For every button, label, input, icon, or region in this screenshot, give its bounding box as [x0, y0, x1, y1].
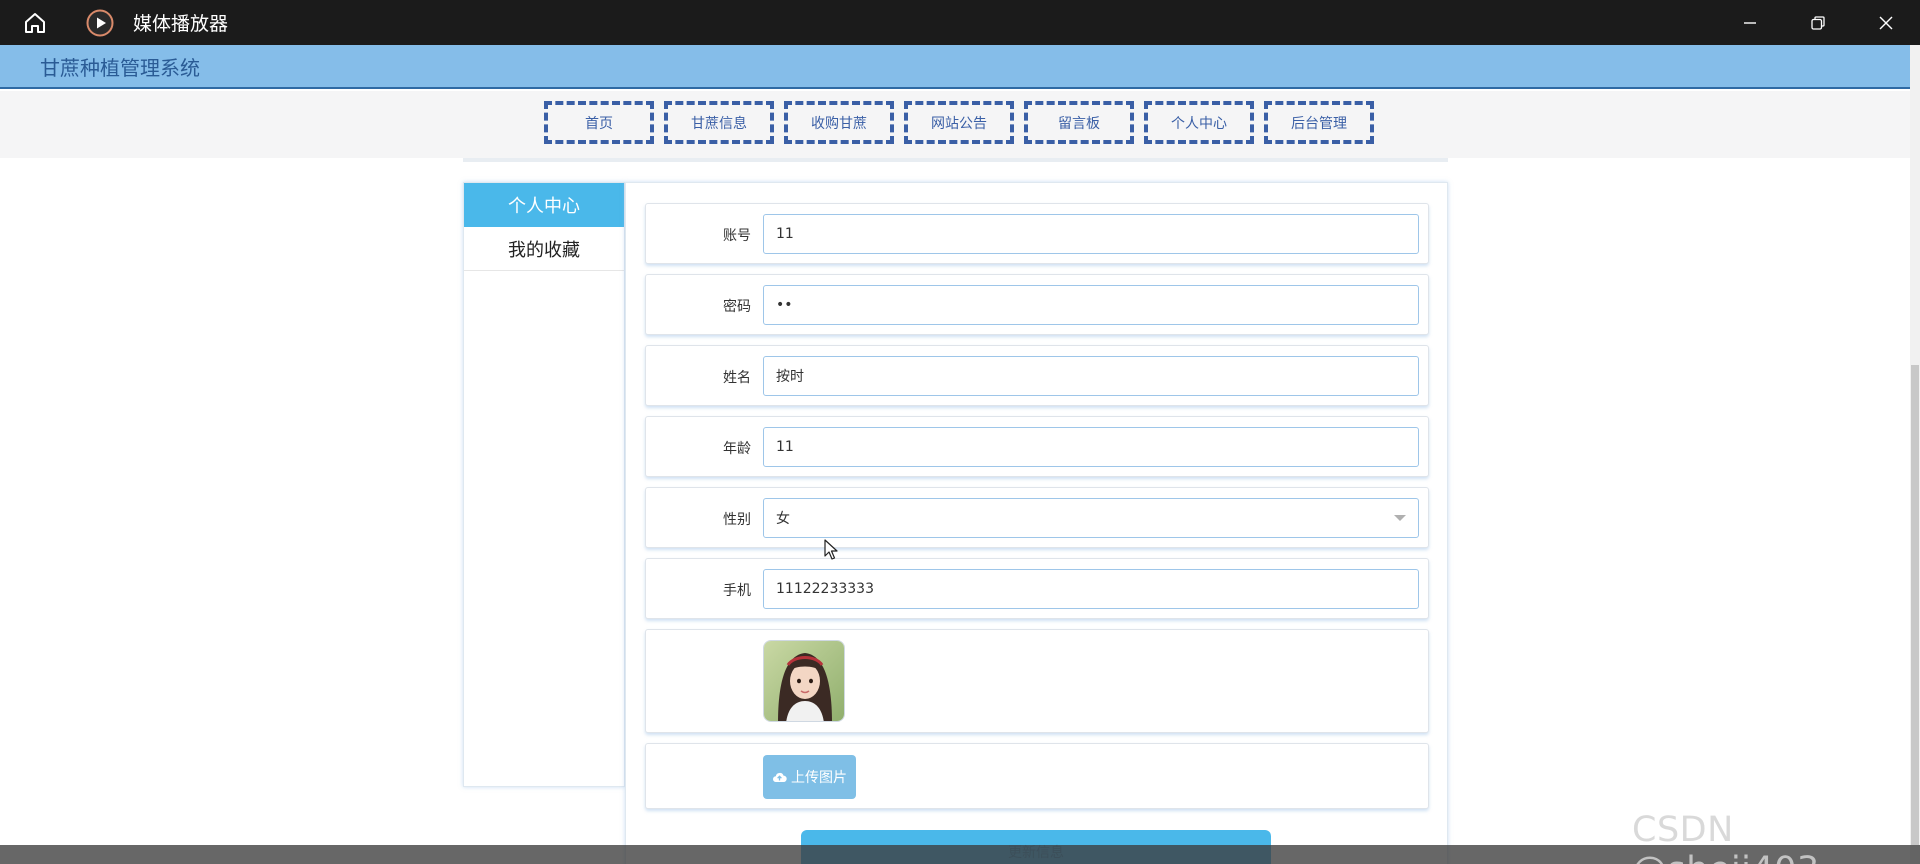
site-brand: 甘蔗种植管理系统 — [40, 56, 200, 80]
form-row-gender: 性别 女 — [645, 487, 1429, 548]
window-title: 媒体播放器 — [133, 13, 229, 35]
nav-message-board[interactable]: 留言板 — [1024, 101, 1134, 144]
password-label: 密码 — [723, 299, 751, 315]
form-row-avatar — [645, 629, 1429, 733]
nav-announcements[interactable]: 网站公告 — [904, 101, 1014, 144]
minimize-button[interactable] — [1716, 0, 1784, 45]
gender-select[interactable]: 女 — [763, 498, 1419, 538]
sidebar-item-personal-center[interactable]: 个人中心 — [464, 183, 624, 227]
scrollbar-thumb[interactable] — [1911, 365, 1919, 845]
site-header: 甘蔗种植管理系统 — [0, 45, 1910, 89]
form-row-account: 账号 11 — [645, 203, 1429, 264]
top-nav: 首页 甘蔗信息 收购甘蔗 网站公告 留言板 个人中心 后台管理 — [0, 91, 1910, 158]
watermark-text: CSDN @sheji403 — [1632, 810, 1819, 864]
name-input[interactable]: 按时 — [763, 356, 1419, 396]
name-label: 姓名 — [723, 370, 751, 386]
gender-selected-value: 女 — [776, 511, 790, 527]
profile-form-panel: 账号 11 密码 •• 姓名 按时 年龄 11 性别 女 手机 11122233… — [625, 182, 1448, 864]
form-row-name: 姓名 按时 — [645, 345, 1429, 406]
home-icon[interactable] — [18, 6, 52, 40]
upload-image-button[interactable]: 上传图片 — [763, 755, 856, 799]
chevron-down-icon — [1394, 515, 1406, 521]
sidebar-item-favorites[interactable]: 我的收藏 — [464, 227, 624, 271]
media-player-icon — [85, 8, 115, 38]
gender-label: 性别 — [723, 512, 751, 528]
window-titlebar: 媒体播放器 — [0, 0, 1920, 45]
sidebar: 个人中心 我的收藏 — [463, 182, 625, 787]
restore-button[interactable] — [1784, 0, 1852, 45]
upload-image-label: 上传图片 — [791, 770, 847, 786]
cloud-upload-icon — [772, 772, 787, 783]
nav-home[interactable]: 首页 — [544, 101, 654, 144]
form-row-age: 年龄 11 — [645, 416, 1429, 477]
mouse-cursor-icon — [824, 539, 838, 560]
nav-purchase-sugarcane[interactable]: 收购甘蔗 — [784, 101, 894, 144]
nav-divider — [463, 158, 1448, 162]
avatar-image — [763, 640, 845, 722]
nav-items: 首页 甘蔗信息 收购甘蔗 网站公告 留言板 个人中心 后台管理 — [544, 101, 1384, 144]
age-input[interactable]: 11 — [763, 427, 1419, 467]
phone-input[interactable]: 11122233333 — [763, 569, 1419, 609]
password-input[interactable]: •• — [763, 285, 1419, 325]
window-controls — [1716, 0, 1920, 45]
phone-label: 手机 — [723, 583, 751, 599]
account-label: 账号 — [723, 228, 751, 244]
nav-personal-center[interactable]: 个人中心 — [1144, 101, 1254, 144]
age-label: 年龄 — [723, 441, 751, 457]
nav-sugarcane-info[interactable]: 甘蔗信息 — [664, 101, 774, 144]
form-row-phone: 手机 11122233333 — [645, 558, 1429, 619]
account-input[interactable]: 11 — [763, 214, 1419, 254]
form-row-password: 密码 •• — [645, 274, 1429, 335]
form-row-upload: 上传图片 — [645, 743, 1429, 809]
close-button[interactable] — [1852, 0, 1920, 45]
nav-admin[interactable]: 后台管理 — [1264, 101, 1374, 144]
